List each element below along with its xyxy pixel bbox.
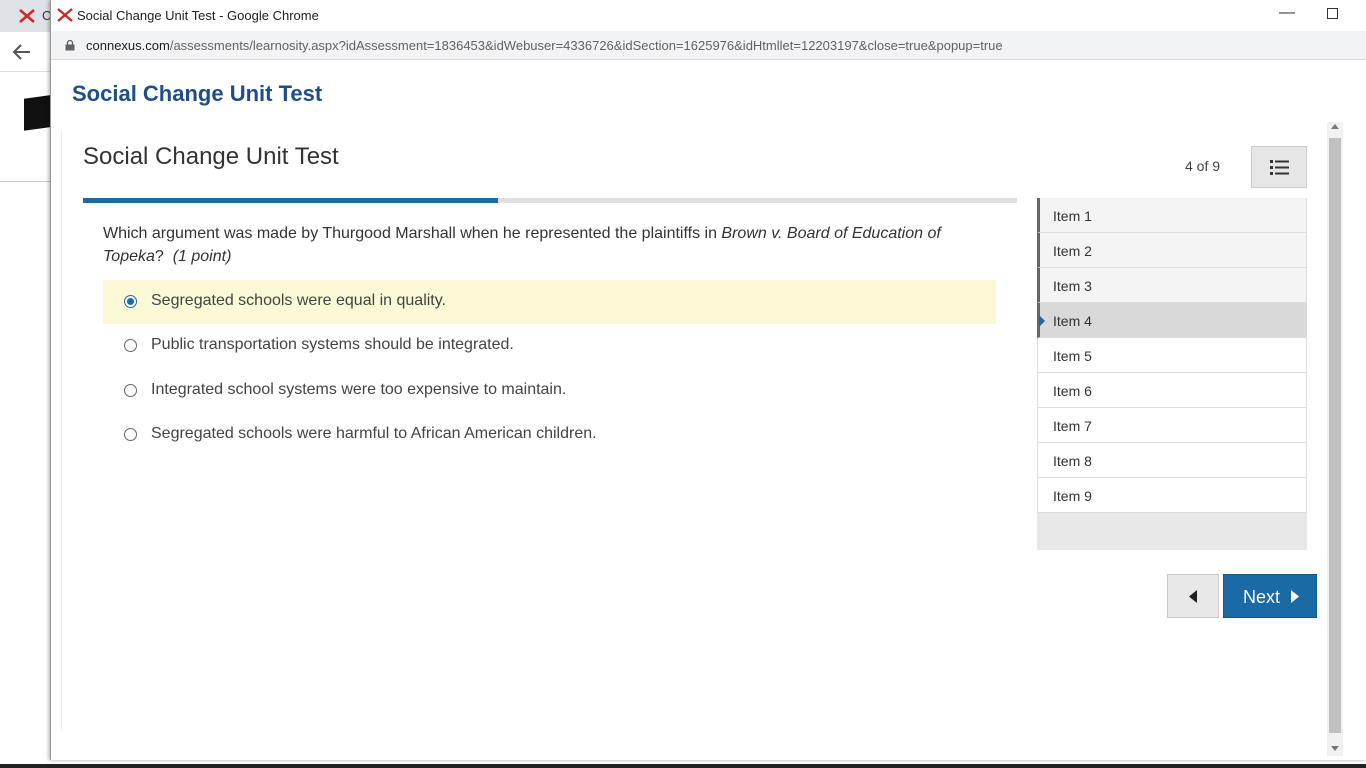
- url-path: /assessments/learnosity.aspx?idAssessmen…: [169, 38, 1003, 53]
- content-divider: [61, 130, 62, 730]
- url-text[interactable]: connexus.com/assessments/learnosity.aspx…: [86, 38, 1003, 53]
- item-list-label: Item 9: [1053, 488, 1092, 504]
- radio-button[interactable]: [124, 339, 137, 352]
- progress-bar: [83, 198, 1017, 203]
- caret-left-icon: [1189, 590, 1197, 603]
- item-list-label: Item 4: [1053, 313, 1092, 329]
- progress-fill: [83, 198, 498, 203]
- item-list-entry[interactable]: Item 1: [1037, 198, 1307, 233]
- back-arrow-icon[interactable]: [10, 42, 34, 62]
- lock-icon: [65, 40, 75, 51]
- connexus-x-icon: [57, 8, 73, 22]
- popup-window: Social Change Unit Test - Google Chrome …: [50, 0, 1366, 760]
- scrollbar[interactable]: [1327, 122, 1343, 756]
- answer-option-label: Integrated school systems were too expen…: [151, 381, 567, 398]
- radio-button[interactable]: [124, 384, 137, 397]
- question-text-end: ?: [154, 248, 164, 265]
- answer-option[interactable]: Segregated schools were harmful to Afric…: [103, 413, 996, 457]
- item-list-label: Item 8: [1053, 453, 1092, 469]
- next-button[interactable]: Next: [1223, 574, 1317, 618]
- answer-option[interactable]: Segregated schools were equal in quality…: [103, 280, 996, 324]
- item-counter: 4 of 9: [1185, 158, 1221, 174]
- item-list-entry[interactable]: Item 4: [1037, 303, 1307, 338]
- answer-option[interactable]: Public transportation systems should be …: [103, 324, 996, 368]
- answer-option-label: Public transportation systems should be …: [151, 336, 514, 353]
- item-list-label: Item 2: [1053, 243, 1092, 259]
- address-bar[interactable]: connexus.com/assessments/learnosity.aspx…: [51, 31, 1366, 60]
- item-list-label: Item 1: [1053, 208, 1092, 224]
- page-title: Social Change Unit Test: [72, 81, 323, 106]
- radio-button[interactable]: [124, 428, 137, 441]
- item-list-entry[interactable]: Item 7: [1037, 408, 1307, 443]
- item-list-label: Item 3: [1053, 278, 1092, 294]
- question-stem: Which argument was made by Thurgood Mars…: [103, 222, 983, 268]
- url-host: connexus.com: [86, 38, 170, 53]
- scroll-thumb[interactable]: [1329, 138, 1341, 733]
- item-list-toggle-button[interactable]: [1251, 146, 1307, 188]
- question-text: Which argument was made by Thurgood Mars…: [103, 225, 722, 242]
- minimize-button[interactable]: —: [1279, 5, 1295, 22]
- item-list-entry[interactable]: Item 5: [1037, 338, 1307, 373]
- item-list-entry[interactable]: Item 6: [1037, 373, 1307, 408]
- list-icon: [1270, 160, 1289, 175]
- answer-option[interactable]: Integrated school systems were too expen…: [103, 369, 996, 413]
- title-bar: Social Change Unit Test - Google Chrome …: [51, 0, 1366, 31]
- caret-right-icon: [1291, 590, 1299, 603]
- scroll-down-arrow-icon[interactable]: [1331, 746, 1339, 751]
- scroll-up-arrow-icon[interactable]: [1331, 124, 1339, 129]
- item-list-entry[interactable]: Item 9: [1037, 478, 1307, 513]
- answer-option-label: Segregated schools were equal in quality…: [151, 292, 446, 309]
- item-list-label: Item 5: [1053, 348, 1092, 364]
- background-divider: [0, 181, 52, 182]
- item-list-entry[interactable]: Item 2: [1037, 233, 1307, 268]
- next-button-label: Next: [1243, 587, 1281, 607]
- question-points: (1 point): [172, 248, 232, 265]
- item-list-label: Item 7: [1053, 418, 1092, 434]
- item-list-label: Item 6: [1053, 383, 1092, 399]
- window-title: Social Change Unit Test - Google Chrome: [77, 8, 319, 23]
- item-list-entry[interactable]: Item 8: [1037, 443, 1307, 478]
- maximize-button[interactable]: [1327, 8, 1338, 19]
- previous-button[interactable]: [1167, 574, 1219, 618]
- connexus-x-icon: [19, 9, 35, 23]
- item-list: Item 1 Item 2 Item 3 Item 4 Item 5 Item 6 Item…: [1037, 198, 1307, 550]
- item-list-entry[interactable]: Item 3: [1037, 268, 1307, 303]
- answer-option-label: Segregated schools were harmful to Afric…: [151, 425, 597, 442]
- taskbar-edge: [0, 764, 1366, 768]
- test-title: Social Change Unit Test: [83, 143, 339, 170]
- radio-button[interactable]: [124, 295, 137, 308]
